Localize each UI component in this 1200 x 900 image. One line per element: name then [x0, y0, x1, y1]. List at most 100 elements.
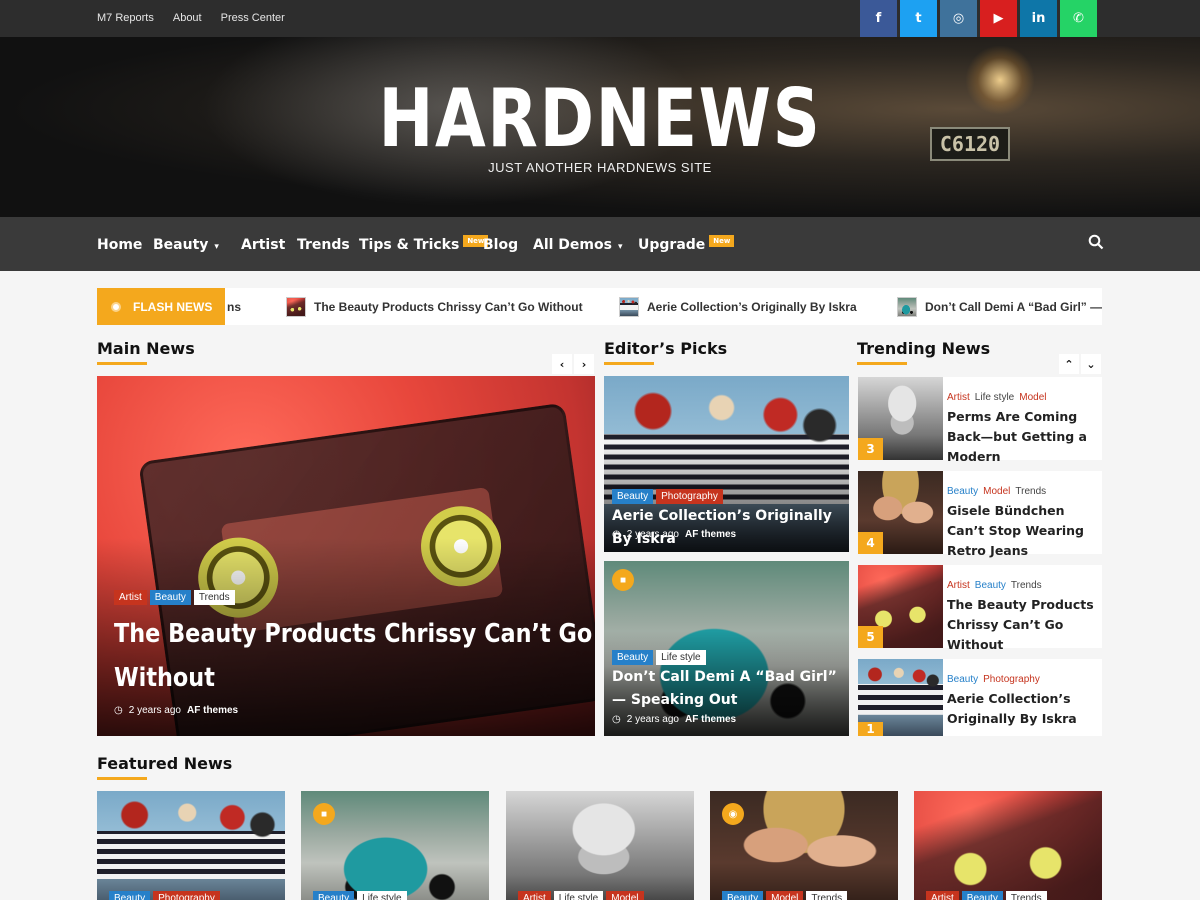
linkedin-icon[interactable]: in: [1020, 0, 1057, 37]
main-news-card[interactable]: Artist Beauty Trends The Beauty Products…: [97, 376, 595, 736]
ticker-item[interactable]: Don’t Call Demi A “Bad Girl” —: [897, 288, 1102, 325]
editors-pick-card[interactable]: Beauty Photography Aerie Collection’s Or…: [604, 376, 849, 552]
trending-title[interactable]: The Beauty Products Chrissy Can’t Go Wit…: [947, 595, 1099, 655]
tag-life-style[interactable]: Life style: [357, 891, 407, 900]
nav-item-beauty[interactable]: Beauty ▾: [153, 237, 219, 253]
trending-title[interactable]: Perms Are Coming Back—but Getting a Mode…: [947, 407, 1099, 467]
post-categories: Artist Beauty Trends: [947, 580, 1042, 591]
featured-card[interactable]: Beauty Photography: [97, 791, 285, 900]
ticker-text: Don’t Call Demi A “Bad Girl” —: [925, 299, 1102, 314]
category-artist[interactable]: Artist: [947, 392, 970, 403]
flash-news-label: FLASH NEWS: [97, 288, 225, 325]
top-link-about[interactable]: About: [173, 12, 202, 24]
trending-item[interactable]: 5 Artist Beauty Trends The Beauty Produc…: [858, 565, 1102, 652]
category-beauty[interactable]: Beauty: [947, 486, 978, 497]
social-links: f t ◎ ▶ in ✆: [860, 0, 1097, 37]
nav-item-upgrade[interactable]: Upgrade New: [638, 235, 735, 253]
tag-artist[interactable]: Artist: [926, 891, 959, 900]
ticker-thumbnail: [286, 296, 306, 317]
editors-pick-title[interactable]: Don’t Call Demi A “Bad Girl” — Speaking …: [612, 666, 844, 712]
chevron-left-icon[interactable]: ‹: [552, 354, 572, 374]
trending-item[interactable]: 4 Beauty Model Trends Gisele Bündchen Ca…: [858, 471, 1102, 558]
ticker-thumbnail: [619, 296, 639, 317]
twitter-icon[interactable]: t: [900, 0, 937, 37]
search-icon[interactable]: [1088, 234, 1104, 255]
tag-life-style[interactable]: Life style: [656, 650, 706, 665]
trending-rank: 1: [858, 722, 883, 736]
tag-model[interactable]: Model: [766, 891, 804, 900]
category-trends[interactable]: Trends: [1011, 580, 1042, 591]
youtube-icon[interactable]: ▶: [980, 0, 1017, 37]
featured-card[interactable]: ◉ Beauty Model Trends: [710, 791, 898, 900]
nav-item-tips-tricks[interactable]: Tips & Tricks New: [359, 235, 489, 253]
tag-life-style[interactable]: Life style: [553, 891, 604, 900]
category-beauty[interactable]: Beauty: [947, 674, 978, 685]
featured-card[interactable]: Artist Life style Model: [506, 791, 694, 900]
trending-title[interactable]: Gisele Bündchen Can’t Stop Wearing Retro…: [947, 501, 1099, 561]
tag-beauty[interactable]: Beauty: [722, 891, 764, 900]
trending-rank: 4: [858, 532, 883, 554]
tag-beauty[interactable]: Beauty: [961, 891, 1003, 900]
nav-item-home[interactable]: Home: [97, 237, 142, 253]
facebook-icon[interactable]: f: [860, 0, 897, 37]
editors-picks-heading: Editor’s Picks: [604, 339, 728, 365]
post-author[interactable]: AF themes: [685, 529, 736, 540]
nav-item-all-demos[interactable]: All Demos ▾: [533, 237, 623, 253]
whatsapp-icon[interactable]: ✆: [1060, 0, 1097, 37]
tag-photography[interactable]: Photography: [153, 891, 220, 900]
tag-beauty[interactable]: Beauty: [313, 891, 355, 900]
site-title[interactable]: HARDNEWS: [108, 76, 1092, 162]
instagram-icon[interactable]: ◎: [940, 0, 977, 37]
category-trends[interactable]: Trends: [1015, 486, 1046, 497]
tag-trends[interactable]: Trends: [1005, 891, 1047, 900]
clock-icon: ◷: [612, 529, 621, 540]
tag-trends[interactable]: Trends: [193, 590, 235, 605]
ticker-text: Aerie Collection’s Originally By Iskra: [647, 299, 857, 314]
site-tagline: JUST ANOTHER HARDNEWS SITE: [488, 160, 712, 175]
tag-photography[interactable]: Photography: [656, 489, 723, 504]
ticker-item[interactable]: The Beauty Products Chrissy Can’t Go Wit…: [286, 288, 583, 325]
post-author[interactable]: AF themes: [187, 705, 238, 716]
chevron-down-icon[interactable]: ⌄: [1081, 354, 1101, 374]
clock-icon: ◷: [114, 705, 123, 716]
tag-model[interactable]: Model: [606, 891, 644, 900]
nav-label-all-demos: All Demos: [533, 237, 612, 253]
featured-card[interactable]: ■ Beauty Life style: [301, 791, 489, 900]
post-tags: Artist Beauty Trends: [114, 590, 235, 605]
tag-trends[interactable]: Trends: [806, 891, 848, 900]
trending-item[interactable]: 3 Artist Life style Model Perms Are Comi…: [858, 377, 1102, 464]
category-model[interactable]: Model: [1019, 392, 1046, 403]
ticker-item[interactable]: Aerie Collection’s Originally By Iskra: [619, 288, 857, 325]
pulse-dot-icon: [111, 301, 121, 312]
post-author[interactable]: AF themes: [685, 714, 736, 725]
trending-title[interactable]: Aerie Collection’s Originally By Iskra: [947, 689, 1099, 729]
tag-artist[interactable]: Artist: [114, 590, 147, 605]
featured-card[interactable]: Artist Beauty Trends: [914, 791, 1102, 900]
nav-label-trends: Trends: [297, 237, 350, 253]
video-icon: ■: [612, 569, 634, 591]
chevron-right-icon[interactable]: ›: [574, 354, 594, 374]
editors-pick-title[interactable]: Aerie Collection’s Originally By Iskra: [612, 505, 844, 551]
editors-pick-card[interactable]: ■ Beauty Life style Don’t Call Demi A “B…: [604, 561, 849, 736]
tag-artist[interactable]: Artist: [518, 891, 551, 900]
ticker-thumbnail: [897, 296, 917, 317]
nav-item-artist[interactable]: Artist: [241, 237, 285, 253]
tag-beauty[interactable]: Beauty: [612, 650, 654, 665]
tag-beauty[interactable]: Beauty: [612, 489, 654, 504]
category-photography[interactable]: Photography: [983, 674, 1040, 685]
category-beauty[interactable]: Beauty: [975, 580, 1006, 591]
chevron-up-icon[interactable]: ⌃: [1059, 354, 1079, 374]
category-life-style[interactable]: Life style: [975, 392, 1014, 403]
tag-beauty[interactable]: Beauty: [149, 590, 191, 605]
new-badge: New: [709, 235, 735, 247]
top-link-press-center[interactable]: Press Center: [221, 12, 285, 24]
nav-item-blog[interactable]: Blog: [483, 237, 518, 253]
category-model[interactable]: Model: [983, 486, 1010, 497]
category-artist[interactable]: Artist: [947, 580, 970, 591]
trending-item[interactable]: 1 Beauty Photography Aerie Collection’s …: [858, 659, 1102, 736]
main-news-title[interactable]: The Beauty Products Chrissy Can’t Go Wit…: [114, 612, 595, 700]
top-link-m7-reports[interactable]: M7 Reports: [97, 12, 154, 24]
nav-item-trends[interactable]: Trends: [297, 237, 350, 253]
tag-beauty[interactable]: Beauty: [109, 891, 151, 900]
post-tags: Beauty Photography: [612, 489, 723, 504]
